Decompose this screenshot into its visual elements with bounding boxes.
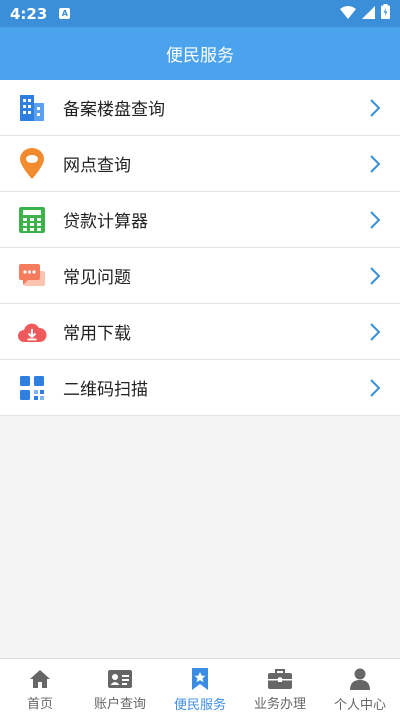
person-icon [350, 668, 370, 690]
chevron-right-icon [370, 211, 381, 233]
page-title: 便民服务 [166, 46, 234, 66]
menu-item-label: 常见问题 [63, 268, 131, 288]
chevron-right-icon [370, 99, 381, 121]
menu-item-label: 二维码扫描 [63, 380, 148, 400]
status-bar: 4:23 A [0, 0, 400, 27]
tab-label: 账户查询 [93, 697, 146, 712]
menu-item-loan-calculator[interactable]: 贷款计算器 [0, 192, 400, 248]
chevron-right-icon [370, 379, 381, 401]
wifi-icon [340, 4, 356, 23]
menu-item-qr-scan[interactable]: 二维码扫描 [0, 360, 400, 416]
battery-icon [381, 4, 390, 23]
chevron-right-icon [370, 323, 381, 345]
menu-item-branch-query[interactable]: 网点查询 [0, 136, 400, 192]
bottom-tab-bar: 首页 账户查询 便民服务 业务办理 个人中心 [0, 658, 400, 712]
briefcase-icon [268, 668, 292, 689]
app-bar: 便民服务 [0, 27, 400, 80]
chat-bubble-icon [16, 260, 48, 292]
qr-code-icon [16, 372, 48, 404]
tab-label: 业务办理 [253, 697, 306, 712]
status-indicators [340, 4, 390, 23]
tab-label: 首页 [26, 697, 53, 712]
tab-label: 个人中心 [333, 698, 386, 712]
menu-item-label: 常用下载 [63, 324, 131, 344]
menu-item-building-query[interactable]: 备案楼盘查询 [0, 80, 400, 136]
chevron-right-icon [370, 155, 381, 177]
chevron-right-icon [370, 267, 381, 289]
signal-icon [362, 4, 375, 23]
menu-item-label: 贷款计算器 [63, 212, 148, 232]
home-icon [29, 668, 51, 689]
menu-item-label: 备案楼盘查询 [63, 100, 165, 120]
cloud-download-icon [16, 316, 48, 348]
calculator-icon [16, 204, 48, 236]
menu-item-faq[interactable]: 常见问题 [0, 248, 400, 304]
tab-personal-center[interactable]: 个人中心 [320, 659, 400, 712]
service-list: 备案楼盘查询 网点查询 贷款计算器 常见问题 常用下载 二维码扫描 [0, 80, 400, 416]
menu-item-downloads[interactable]: 常用下载 [0, 304, 400, 360]
bookmark-star-icon [191, 668, 209, 690]
building-icon [16, 92, 48, 124]
tab-business[interactable]: 业务办理 [240, 659, 320, 712]
tab-account-query[interactable]: 账户查询 [80, 659, 160, 712]
tab-label: 便民服务 [173, 698, 226, 712]
status-time: 4:23 [10, 4, 48, 23]
notification-icon: A [59, 8, 71, 19]
id-card-icon [108, 668, 132, 689]
tab-home[interactable]: 首页 [0, 659, 80, 712]
menu-item-label: 网点查询 [63, 156, 131, 176]
location-pin-icon [16, 147, 48, 180]
tab-convenience-services[interactable]: 便民服务 [160, 659, 240, 712]
